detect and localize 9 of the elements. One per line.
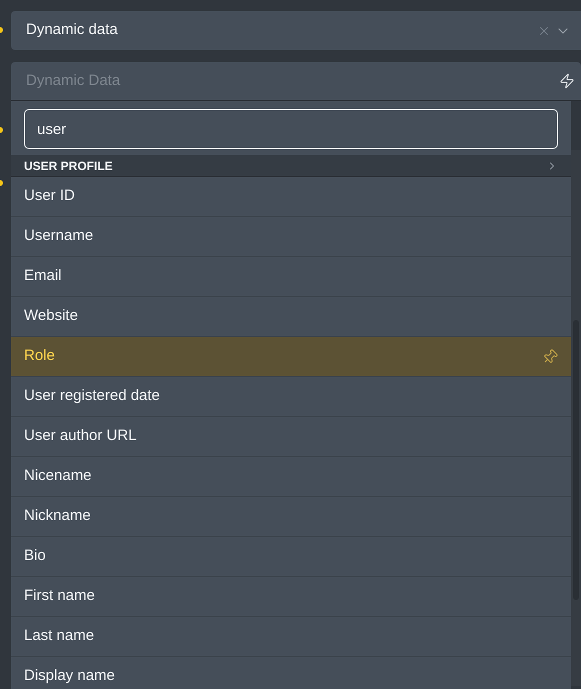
search-field[interactable]: user: [24, 109, 558, 149]
field-placeholder: Dynamic Data: [26, 70, 122, 91]
select-value: Dynamic data: [26, 20, 119, 40]
group-label: USER PROFILE: [24, 158, 113, 174]
lightning-icon[interactable]: [559, 73, 575, 89]
group-header[interactable]: USER PROFILE: [11, 155, 571, 177]
menu-item[interactable]: Role: [11, 337, 571, 377]
dynamic-data-select[interactable]: Dynamic data: [11, 11, 581, 50]
scrollbar-track[interactable]: [571, 150, 581, 686]
